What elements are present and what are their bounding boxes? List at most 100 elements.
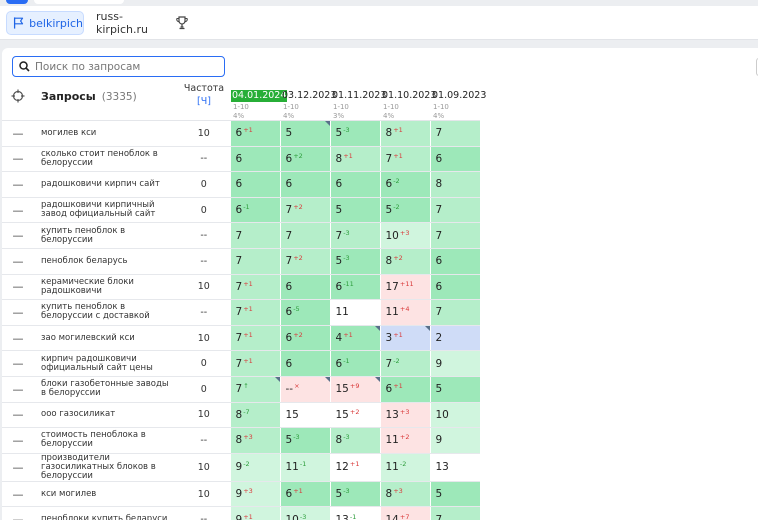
position-cell[interactable]: 13+3 [379,402,430,429]
row-toggle[interactable]: — [2,350,34,377]
position-cell[interactable]: 7-3 [329,222,380,249]
note-marker[interactable] [274,376,280,382]
note-marker[interactable] [374,376,380,382]
position-cell[interactable]: 5-3 [329,481,380,508]
app-tab[interactable] [34,0,124,4]
date-header-2[interactable]: 01.11.2023 1-10 3% [330,80,386,121]
search-box[interactable] [12,56,225,77]
tab-russ-kirpich[interactable]: russ-kirpich.ru [96,10,166,36]
position-cell[interactable]: 10-3 [279,506,330,520]
position-cell[interactable]: 11+2 [379,427,430,454]
position-cell[interactable]: 15+9 [329,376,380,403]
row-toggle[interactable]: — [2,222,34,249]
note-marker[interactable] [324,376,330,382]
position-cell[interactable]: 7+1 [229,299,280,326]
position-cell[interactable]: 15+2 [329,402,380,429]
position-cell[interactable]: 7 [229,248,280,275]
position-cell[interactable]: 7 [429,506,480,520]
position-cell[interactable]: 6 [429,146,480,173]
position-cell[interactable]: 8+2 [379,248,430,275]
position-cell[interactable]: 9 [429,350,480,377]
position-cell[interactable]: 6 [429,248,480,275]
position-cell[interactable]: 8+1 [379,120,430,147]
position-cell[interactable]: 5 [279,120,330,147]
position-cell[interactable]: 7 [429,299,480,326]
position-cell[interactable]: 6 [279,274,330,301]
position-cell[interactable]: 5 [429,481,480,508]
position-cell[interactable]: 7 [429,120,480,147]
position-cell[interactable]: 10 [429,402,480,429]
position-cell[interactable]: 8 [429,171,480,198]
position-cell[interactable]: 6-1 [229,197,280,224]
date-header-4[interactable]: 01.09.2023 1-10 4% [430,80,486,121]
table-row[interactable]: — кси могилев 10 9+3 6+1 5-3 8+3 5 [2,481,480,508]
position-cell[interactable]: --× [279,376,330,403]
position-cell[interactable]: 7+1 [229,325,280,352]
position-cell[interactable]: 7+1 [379,146,430,173]
table-row[interactable]: — стоимость пеноблока в белоруссии -- 8+3 5-… [2,427,480,454]
table-row[interactable]: — радошковичи кирпич сайт 0 6 6 6 6-2 8 [2,171,480,198]
table-row[interactable]: — ооо газосиликат 10 8-7 15 15+2 13+3 10 [2,402,480,429]
table-row[interactable]: — сколько стоит пеноблок в белоруссии -- 6 6… [2,146,480,173]
position-cell[interactable]: 7 [429,197,480,224]
row-toggle[interactable]: — [2,197,34,224]
note-marker[interactable] [374,325,380,331]
position-cell[interactable]: 7+1 [229,274,280,301]
table-row[interactable]: — пеноблок беларусь -- 7 7+2 5-3 8+2 6 [2,248,480,275]
position-cell[interactable]: 6 [229,146,280,173]
row-toggle[interactable]: — [2,427,34,454]
row-toggle[interactable]: — [2,120,34,147]
date-header-0[interactable]: 04.01.2024 1-10 4% [230,80,288,121]
row-toggle[interactable]: — [2,171,34,198]
position-cell[interactable]: 5 [329,197,380,224]
position-cell[interactable]: 4+1 [329,325,380,352]
position-cell[interactable]: 11 [329,299,380,326]
table-row[interactable]: — пеноблоки купить беларуси -- 9+1 10-3 13-1 1… [2,506,480,520]
position-cell[interactable]: 6+1 [379,376,430,403]
position-cell[interactable]: 7+1 [229,350,280,377]
position-cell[interactable]: 6-2 [379,171,430,198]
position-cell[interactable]: 7 [229,222,280,249]
note-marker[interactable] [424,325,430,331]
position-cell[interactable]: 15 [279,402,330,429]
select-all-cell[interactable] [2,80,34,121]
position-cell[interactable]: 7+2 [279,248,330,275]
row-toggle[interactable]: — [2,506,34,520]
app-button[interactable] [6,0,28,4]
position-cell[interactable]: 13-1 [329,506,380,520]
row-toggle[interactable]: — [2,299,34,326]
table-row[interactable]: — купить пеноблок в белоруссии с доставко… [2,299,480,326]
position-cell[interactable]: 6 [279,350,330,377]
row-toggle[interactable]: — [2,453,34,482]
freq-header[interactable]: Частота [Ч] [178,80,230,121]
table-row[interactable]: — производители газосиликатных блоков в б… [2,453,480,482]
position-cell[interactable]: 14+7 [379,506,430,520]
position-cell[interactable]: 6-5 [279,299,330,326]
position-cell[interactable]: 8+1 [329,146,380,173]
position-cell[interactable]: 6-11 [329,274,380,301]
position-cell[interactable]: 12+1 [329,453,380,482]
position-cell[interactable]: 6+2 [279,146,330,173]
table-row[interactable]: — купить пеноблок в белоруссии -- 7 7 7-3 10+3… [2,222,480,249]
date-header-1[interactable]: 03.12.2023 1-10 4% [280,80,336,121]
crosshair-icon[interactable] [11,89,25,103]
position-cell[interactable]: 6-1 [329,350,380,377]
position-cell[interactable]: 7 [429,222,480,249]
position-cell[interactable]: 9+3 [229,481,280,508]
position-cell[interactable]: 7 [279,222,330,249]
position-cell[interactable]: 13 [429,453,480,482]
tab-belkirpich[interactable]: belkirpich [6,11,84,35]
position-cell[interactable]: 3+1 [379,325,430,352]
position-cell[interactable]: 6 [429,274,480,301]
position-cell[interactable]: 8+3 [229,427,280,454]
position-cell[interactable]: 5-3 [329,248,380,275]
position-cell[interactable]: 8-3 [329,427,380,454]
position-cell[interactable]: 8-7 [229,402,280,429]
position-cell[interactable]: 5-3 [329,120,380,147]
position-cell[interactable]: 17+11 [379,274,430,301]
table-row[interactable]: — могилев кси 10 6+1 5 5-3 8+1 7 [2,120,480,147]
position-cell[interactable]: 6 [229,171,280,198]
row-toggle[interactable]: — [2,146,34,173]
position-cell[interactable]: 7↑ [229,376,280,403]
row-toggle[interactable]: — [2,325,34,352]
